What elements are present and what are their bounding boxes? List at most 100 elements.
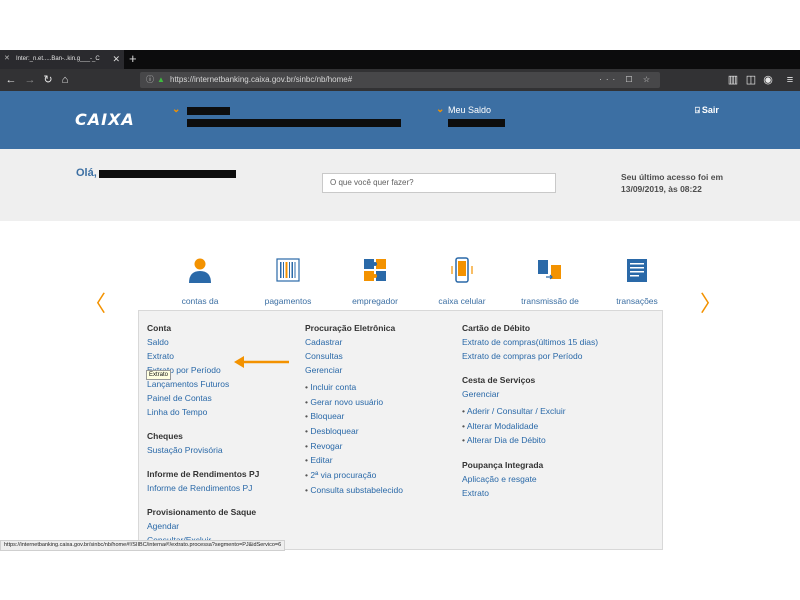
menu-link-aplicacao[interactable]: Aplicação e resgate xyxy=(462,472,598,486)
annotation-arrow-icon xyxy=(234,356,289,368)
sair-button[interactable]: ⍈ Sair xyxy=(695,105,719,116)
menu-column-cartao: Cartão de Débito Extrato de compras(últi… xyxy=(462,321,598,500)
carousel-item-celular[interactable]: caixa celular xyxy=(422,256,502,306)
menu-link-aderir[interactable]: Aderir / Consultar / Excluir xyxy=(462,404,598,419)
carousel-item-pagamentos[interactable]: pagamentos xyxy=(248,256,328,306)
carousel-item-transmissao[interactable]: transmissão de xyxy=(510,256,590,306)
menu-link-bloquear[interactable]: Bloquear xyxy=(305,409,403,424)
phone-icon xyxy=(451,257,473,283)
menu-link-alterar-dia[interactable]: Alterar Dia de Débito xyxy=(462,433,598,448)
menu-heading: Procuração Eletrônica xyxy=(305,323,396,333)
menu-link-editar[interactable]: Editar xyxy=(305,453,403,468)
menu-link-consultas[interactable]: Consultas xyxy=(305,349,403,363)
receipt-icon xyxy=(627,259,647,282)
carousel-label: transmissão de xyxy=(521,296,579,306)
url-bar[interactable]: ⓘ ▲ https://internetbanking.caixa.gov.br… xyxy=(140,72,660,88)
menu-heading: Provisionamento de Saque xyxy=(147,507,257,517)
browser-navbar: ← → ↻ ⌂ ⓘ ▲ https://internetbanking.caix… xyxy=(0,69,800,91)
carousel-item-transacoes[interactable]: transações xyxy=(597,256,677,306)
meu-saldo-label[interactable]: Meu Saldo xyxy=(448,105,491,115)
url-text: https://internetbanking.caixa.gov.br/sin… xyxy=(170,75,353,84)
menu-link-extrato-compras-15[interactable]: Extrato de compras(últimos 15 dias) xyxy=(462,335,598,349)
menu-link-alterar-modalidade[interactable]: Alterar Modalidade xyxy=(462,419,598,434)
logout-icon: ⍈ xyxy=(695,106,700,115)
menu-link-gerar-usuario[interactable]: Gerar novo usuário xyxy=(305,395,403,410)
redacted-account-name xyxy=(187,107,230,115)
carousel-label: empregador xyxy=(352,296,398,306)
carousel-prev-icon[interactable]: 〈 xyxy=(84,286,106,318)
carousel-label: caixa celular xyxy=(438,296,486,306)
menu-link-incluir-conta[interactable]: Incluir conta xyxy=(305,380,403,395)
library-icon[interactable]: ▥ xyxy=(725,69,741,91)
tooltip: Extrato xyxy=(146,370,172,380)
sair-label: Sair xyxy=(701,105,719,115)
new-tab-button[interactable]: + xyxy=(129,50,137,69)
close-tab-icon[interactable]: ✕ xyxy=(112,50,120,69)
status-bar: https://internetbanking.caixa.gov.br/sin… xyxy=(0,540,286,551)
carousel-item-contas[interactable]: contas da xyxy=(160,256,240,306)
menu-icon[interactable]: ≡ xyxy=(782,69,798,91)
tab-title: Inter:_n.et.....Ban-..kin.g___-_C xyxy=(16,56,100,62)
forward-icon[interactable]: → xyxy=(22,69,38,91)
chevron-down-icon[interactable]: ⌄ xyxy=(436,104,444,115)
browser-tabbar: ✕ Inter:_n.et.....Ban-..kin.g___-_C ✕ + xyxy=(0,50,800,69)
menu-link-agendar[interactable]: Agendar xyxy=(147,519,259,533)
top-margin xyxy=(0,0,800,50)
file-transfer-icon xyxy=(538,260,561,280)
menu-link-sustacao[interactable]: Sustação Provisória xyxy=(147,443,259,457)
menu-link-consulta-substabelecido[interactable]: Consulta substabelecido xyxy=(305,483,403,498)
menu-link-desbloquear[interactable]: Desbloquear xyxy=(305,424,403,439)
menu-link-linha-tempo[interactable]: Linha do Tempo xyxy=(147,405,259,419)
redacted-balance xyxy=(448,119,505,127)
back-icon[interactable]: ← xyxy=(3,69,19,91)
menu-link-saldo[interactable]: Saldo xyxy=(147,335,259,349)
menu-link-revogar[interactable]: Revogar xyxy=(305,439,403,454)
person-icon xyxy=(189,258,211,283)
greeting-band: Olá, O que você quer fazer? Seu último a… xyxy=(0,149,800,221)
greeting-text: Olá, xyxy=(76,167,97,179)
page-actions-icon[interactable]: ··· ☐ ☆ xyxy=(599,72,654,88)
menu-heading: Cheques xyxy=(147,431,183,441)
menu-link-cesta-gerenciar[interactable]: Gerenciar xyxy=(462,387,598,401)
barcode-icon xyxy=(276,258,300,282)
menu-link-poupanca-extrato[interactable]: Extrato xyxy=(462,486,598,500)
carousel-label: transações xyxy=(616,296,658,306)
browser-tab[interactable]: ✕ Inter:_n.et.....Ban-..kin.g___-_C ✕ xyxy=(0,50,124,69)
puzzle-icon xyxy=(364,259,386,281)
lock-icon: ▲ xyxy=(157,75,165,84)
menu-column-procuracao: Procuração Eletrônica Cadastrar Consulta… xyxy=(305,321,403,498)
menu-link-informe[interactable]: Informe de Rendimentos PJ xyxy=(147,481,259,495)
carousel-item-empregador[interactable]: empregador xyxy=(335,256,415,306)
menu-link-extrato-compras-periodo[interactable]: Extrato de compras por Período xyxy=(462,349,598,363)
info-icon[interactable]: ⓘ xyxy=(146,72,154,88)
menu-link-segunda-via[interactable]: 2ª via procuração xyxy=(305,468,403,483)
menu-heading: Poupança Integrada xyxy=(462,460,544,471)
search-input[interactable]: O que você quer fazer? xyxy=(322,173,556,193)
carousel-next-icon[interactable]: 〉 xyxy=(700,286,722,318)
sidebar-icon[interactable]: ◫ xyxy=(743,69,759,91)
home-icon[interactable]: ⌂ xyxy=(57,69,73,91)
redacted-account-info xyxy=(187,119,401,127)
site-header: CAIXA ⌄ ⌄ Meu Saldo ⍈ Sair xyxy=(0,91,800,149)
menu-heading: Informe de Rendimentos PJ xyxy=(147,469,260,479)
carousel-label: pagamentos xyxy=(264,296,312,306)
chevron-down-icon[interactable]: ⌄ xyxy=(172,104,180,115)
caixa-logo[interactable]: CAIXA xyxy=(75,110,135,129)
page: ✕ Inter:_n.et.....Ban-..kin.g___-_C ✕ + … xyxy=(0,0,800,600)
account-icon[interactable]: ◉ xyxy=(760,69,776,91)
menu-link-gerenciar[interactable]: Gerenciar xyxy=(305,363,403,377)
last-access-text: Seu último acesso foi em 13/09/2019, às … xyxy=(621,172,724,194)
menu-link-painel[interactable]: Painel de Contas xyxy=(147,391,259,405)
menu-heading: Cartão de Débito xyxy=(462,323,531,333)
redacted-user-name xyxy=(99,170,236,178)
menu-heading: Cesta de Serviços xyxy=(462,375,536,385)
carousel-label: contas da xyxy=(181,296,219,306)
caixa-favicon-icon: ✕ xyxy=(4,55,10,62)
reload-icon[interactable]: ↻ xyxy=(40,69,56,91)
menu-heading: Conta xyxy=(147,323,172,333)
menu-link-cadastrar[interactable]: Cadastrar xyxy=(305,335,403,349)
